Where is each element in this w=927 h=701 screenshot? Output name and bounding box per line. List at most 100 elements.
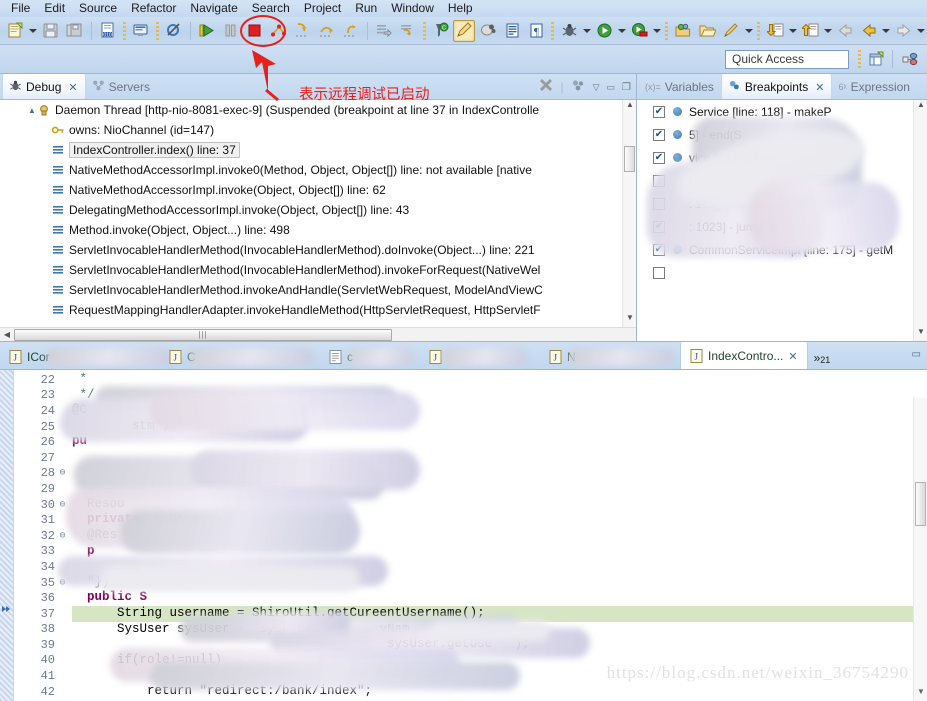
code-line[interactable]: private ysUser: [72, 512, 913, 528]
breakpoint-enabled-checkbox[interactable]: [653, 197, 665, 210]
breakpoint-row[interactable]: ✔ vice [li - endTask: [637, 146, 913, 169]
code-line[interactable]: pu: [72, 434, 913, 450]
breakpoint-row[interactable]: ✔ 5] - end(S: [637, 123, 913, 146]
previous-dropdown-arrow[interactable]: [787, 21, 798, 41]
next-dropdown-arrow[interactable]: [822, 21, 833, 41]
breakpoint-row[interactable]: : 189] - complet: [637, 192, 913, 215]
breakpoint-row[interactable]: ✔: 1023] - jumpTask: [637, 215, 913, 238]
close-icon[interactable]: ✕: [815, 81, 824, 94]
breakpoint-row[interactable]: ✔ Service [line: 118] - makeP: [637, 100, 913, 123]
code-line[interactable]: p: [72, 544, 913, 560]
editor-vscroll-thumb[interactable]: [915, 482, 926, 526]
forward-dropdown-arrow[interactable]: [916, 21, 927, 41]
suspend-icon[interactable]: [220, 20, 242, 42]
menu-item-run[interactable]: Run: [348, 0, 384, 17]
editor-tab[interactable]: J ICor: [0, 344, 172, 369]
hscroll-left-arrow[interactable]: ◀: [0, 330, 14, 339]
quick-access-input[interactable]: Quick Access: [725, 49, 849, 69]
fold-toggle-icon[interactable]: ⊖: [57, 467, 68, 479]
code-line[interactable]: [72, 450, 913, 466]
debug-tree-hscroll-thumb[interactable]: |||: [14, 328, 392, 341]
debug-tree-row[interactable]: NativeMethodAccessorImpl.invoke0(Method,…: [0, 160, 636, 180]
back-highlight-icon[interactable]: [858, 20, 880, 42]
minimize-icon[interactable]: ▭: [912, 349, 921, 360]
fold-toggle-icon[interactable]: ⊖: [57, 499, 68, 511]
code-line[interactable]: */: [72, 388, 913, 404]
terminate-icon[interactable]: [244, 20, 266, 42]
back-icon[interactable]: [834, 20, 856, 42]
debug-tree-row[interactable]: IndexController.index() line: 37: [0, 140, 636, 160]
pilcrow-icon[interactable]: ¶: [525, 20, 547, 42]
code-line[interactable]: SysUser sysUser = sysUserS yNam: [72, 622, 913, 638]
debug-tree-row[interactable]: ServletInvocableHandlerMethod(InvocableH…: [0, 260, 636, 280]
fold-toggle-icon[interactable]: ⊖: [57, 530, 68, 542]
menu-item-navigate[interactable]: Navigate: [183, 0, 244, 17]
run-icon[interactable]: [593, 20, 615, 42]
editor-tab[interactable]: c: [320, 344, 420, 369]
editor-source-text[interactable]: * */@C stm") pu Resou private ysUser @Res…: [72, 370, 913, 701]
toggle-breakpoint-010-icon[interactable]: 010: [97, 20, 119, 42]
coverage-dropdown-arrow[interactable]: [651, 21, 662, 41]
breakpoint-enabled-checkbox[interactable]: ✔: [653, 243, 665, 256]
open-folder-icon[interactable]: [696, 20, 718, 42]
fold-toggle-icon[interactable]: ⊖: [57, 577, 68, 589]
code-line[interactable]: *: [72, 372, 913, 388]
toggle-mark-occurrences-icon[interactable]: [477, 20, 499, 42]
debug-tree-row[interactable]: NativeMethodAccessorImpl.invoke(Object, …: [0, 180, 636, 200]
view-menu-icon[interactable]: [571, 78, 586, 96]
editor-tab[interactable]: J: [420, 344, 540, 369]
tab-debug[interactable]: Debug ✕: [2, 74, 86, 99]
menu-item-search[interactable]: Search: [245, 0, 297, 17]
scroll-up-arrow[interactable]: ▲: [914, 100, 927, 114]
minimize-icon[interactable]: ▽: [593, 82, 600, 93]
console-icon[interactable]: [130, 20, 152, 42]
debug-tree-row[interactable]: ServletInvocableHandlerMethod(InvocableH…: [0, 240, 636, 260]
step-over-icon[interactable]: [316, 20, 338, 42]
breakpoint-enabled-checkbox[interactable]: ✔: [653, 128, 665, 141]
collapse-icon[interactable]: ▭: [607, 82, 616, 93]
code-line[interactable]: return "redirect:/bank/index";: [72, 684, 913, 700]
use-step-filters-icon[interactable]: C: [430, 20, 452, 42]
editor-vscrollbar[interactable]: ▼: [913, 398, 927, 701]
code-line[interactable]: @Res: [72, 528, 913, 544]
code-line[interactable]: stm"): [72, 419, 913, 435]
menu-item-help[interactable]: Help: [441, 0, 480, 17]
breakpoint-enabled-checkbox[interactable]: [653, 174, 665, 187]
next-annotation-icon[interactable]: [799, 20, 821, 42]
debug-tree-row[interactable]: owns: NioChannel (id=147): [0, 120, 636, 140]
code-line[interactable]: [72, 559, 913, 575]
external-tools-icon[interactable]: [720, 20, 742, 42]
breakpoint-enabled-checkbox[interactable]: ✔: [653, 220, 665, 233]
debug-icon[interactable]: [558, 20, 580, 42]
breakpoint-row[interactable]: [637, 261, 913, 284]
breakpoint-enabled-checkbox[interactable]: ✔: [653, 151, 665, 164]
menu-item-source[interactable]: Source: [72, 0, 124, 17]
code-line[interactable]: Resou: [72, 497, 913, 513]
new-dropdown-arrow[interactable]: [28, 21, 39, 41]
code-line[interactable]: sysUser.getUse );: [72, 637, 913, 653]
tree-twisty[interactable]: ▲: [26, 106, 38, 115]
tab-servers[interactable]: Servers: [86, 75, 157, 99]
code-line[interactable]: "}): [72, 575, 913, 591]
resume-icon[interactable]: [196, 20, 218, 42]
menu-item-window[interactable]: Window: [384, 0, 441, 17]
tab-expressions[interactable]: 6ᵡ Expression: [832, 75, 916, 99]
code-line[interactable]: public S: [72, 590, 913, 606]
open-perspective-icon[interactable]: [865, 48, 887, 70]
run-dropdown-arrow[interactable]: [616, 21, 627, 41]
menu-item-project[interactable]: Project: [297, 0, 348, 17]
code-line-current[interactable]: String username = ShiroUtil.getCureentUs…: [72, 605, 913, 622]
disconnect-icon[interactable]: [268, 20, 290, 42]
maximize-icon[interactable]: ❐: [622, 82, 631, 93]
editor-tab-active[interactable]: J IndexContro... ✕: [680, 342, 808, 369]
editor-tab[interactable]: JN: [540, 344, 680, 369]
new-java-package-icon[interactable]: [672, 20, 694, 42]
previous-annotation-icon[interactable]: [764, 20, 786, 42]
run-to-line-icon[interactable]: [373, 20, 395, 42]
breakpoints-list[interactable]: ✔ Service [line: 118] - makeP ✔ 5] - end(S ✔…: [637, 100, 913, 341]
tab-breakpoints[interactable]: Breakpoints ✕: [720, 74, 833, 99]
close-icon[interactable]: ✕: [68, 81, 77, 94]
editor-scroll-down-arrow[interactable]: ▼: [914, 687, 927, 701]
debug-tree-row[interactable]: DelegatingMethodAccessorImpl.invoke(Obje…: [0, 200, 636, 220]
pencil-edit-icon[interactable]: [453, 19, 476, 42]
